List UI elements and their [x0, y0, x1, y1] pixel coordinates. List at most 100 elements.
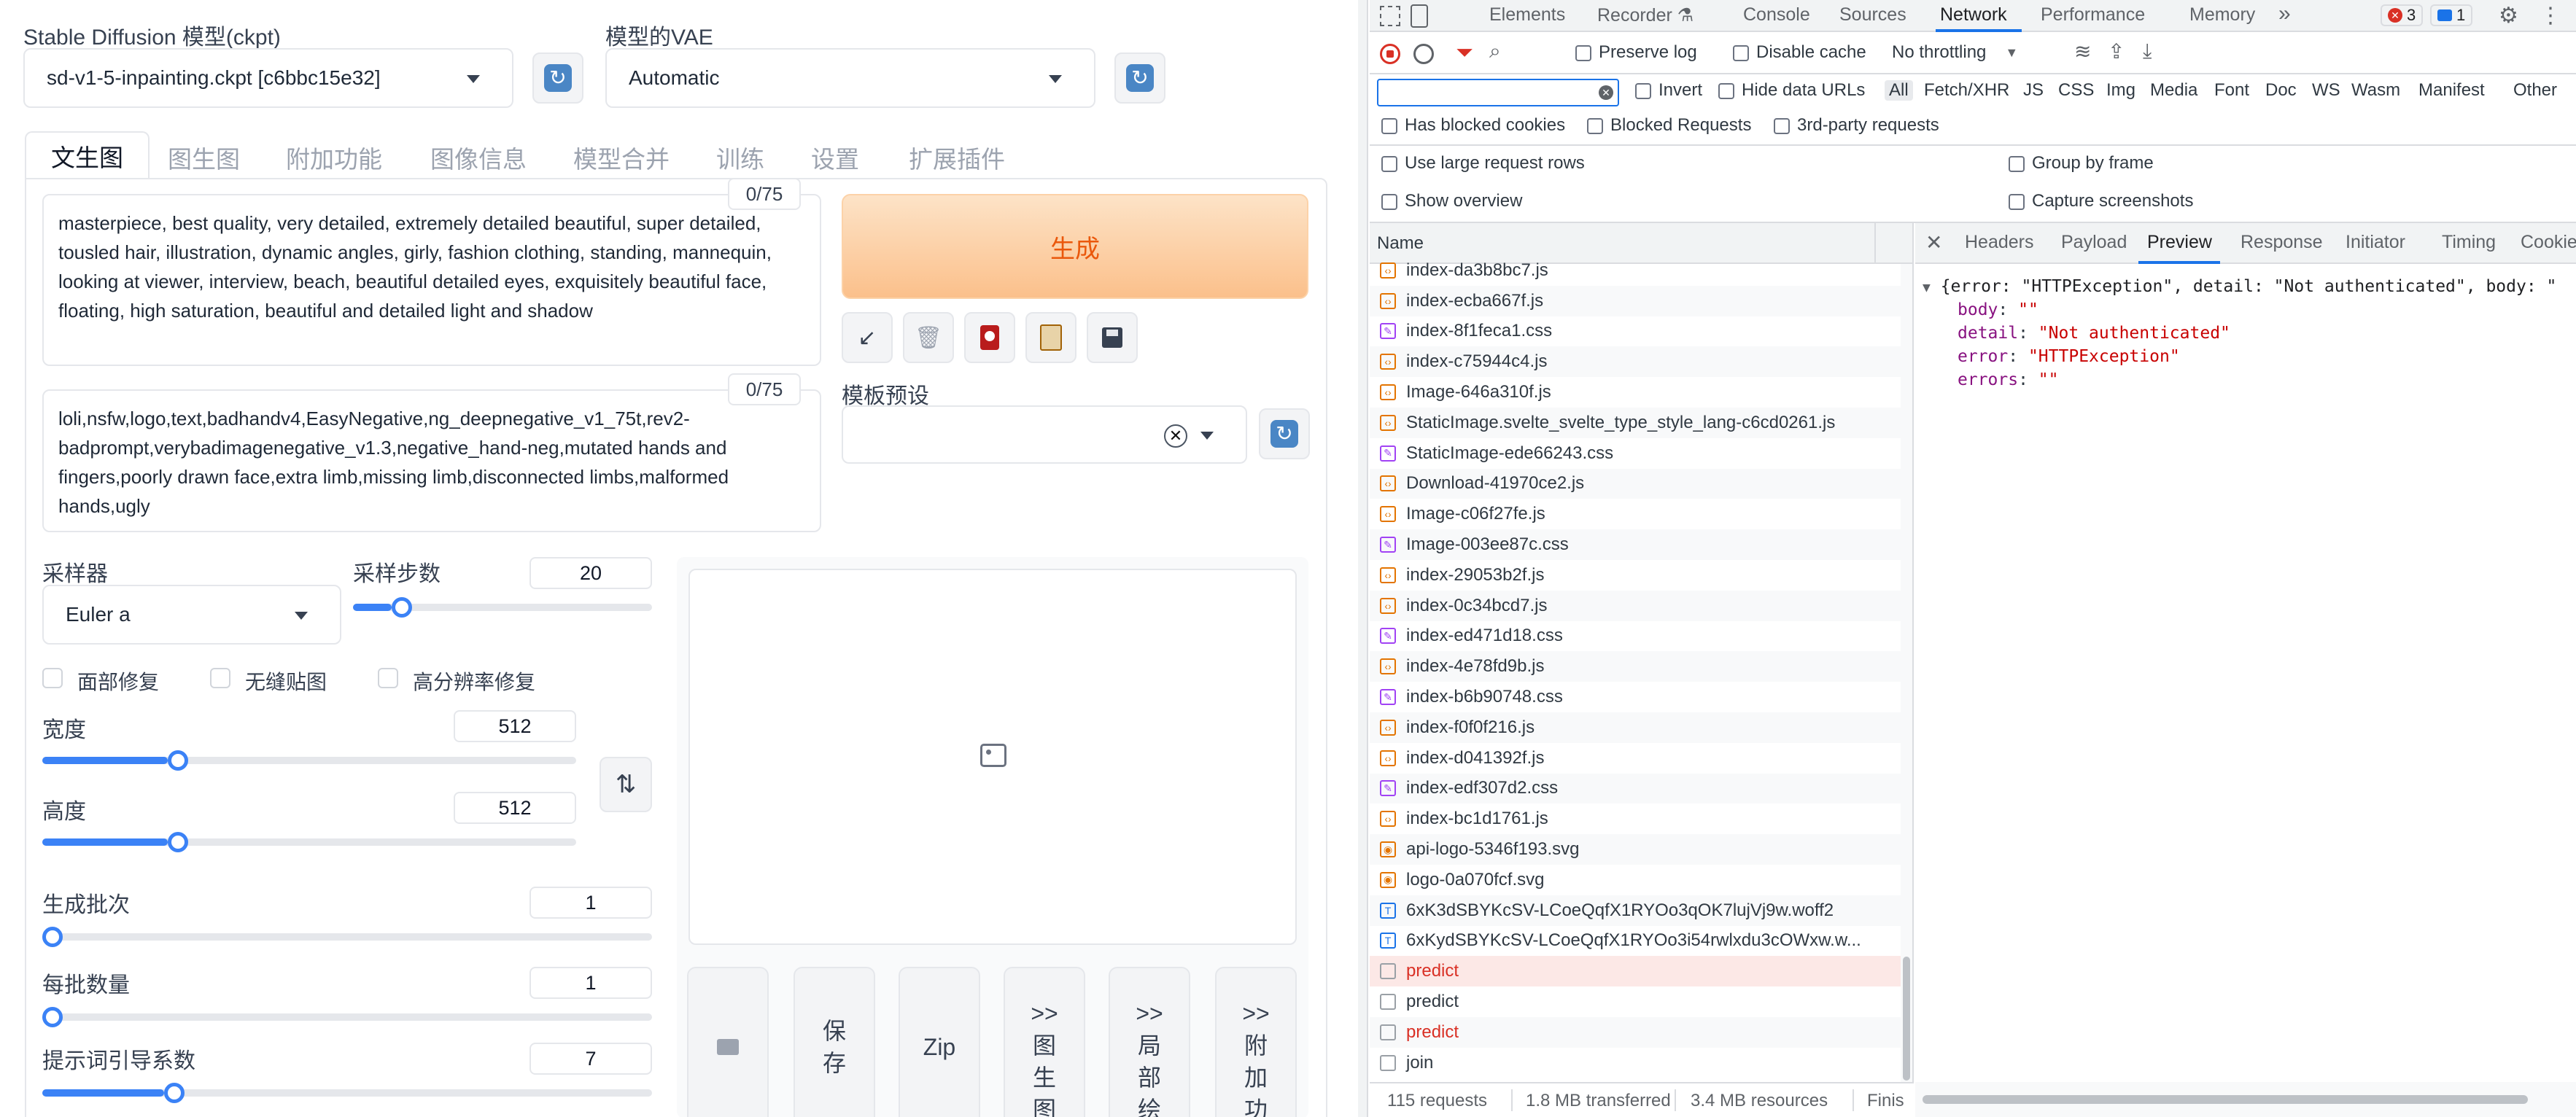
- record-icon[interactable]: [1380, 44, 1400, 64]
- more-tabs-icon[interactable]: »: [2278, 1, 2291, 26]
- request-row[interactable]: T 6xKydSBYKcSV-LCoeQqfX1RYOo3i54rwlxdu3cO…: [1370, 926, 1901, 957]
- request-row[interactable]: ‹› index-bc1d1761.js: [1370, 803, 1901, 834]
- vae-select[interactable]: Automatic: [605, 48, 1095, 108]
- height-slider[interactable]: [42, 832, 576, 852]
- width-input[interactable]: 512: [454, 710, 576, 742]
- tab-model-merge[interactable]: 模型合并: [573, 140, 670, 175]
- send-to-extras-button[interactable]: >> 附加功: [1215, 967, 1297, 1117]
- request-row[interactable]: ‹› index-da3b8bc7.js: [1370, 255, 1901, 286]
- third-party-checkbox[interactable]: [1774, 118, 1790, 134]
- tab-txt2img[interactable]: 文生图: [25, 131, 150, 179]
- request-row[interactable]: ‹› index-d041392f.js: [1370, 743, 1901, 774]
- steps-input[interactable]: 20: [529, 557, 652, 589]
- tab-extras[interactable]: 附加功能: [286, 140, 382, 175]
- import-har-icon[interactable]: ⇪: [2108, 39, 2125, 63]
- generate-button[interactable]: 生成: [842, 194, 1308, 299]
- save-button[interactable]: 保存: [794, 967, 875, 1117]
- slider-thumb[interactable]: [168, 750, 189, 771]
- request-row[interactable]: ◉ logo-0a070fcf.svg: [1370, 865, 1901, 895]
- request-row[interactable]: predict: [1370, 986, 1901, 1017]
- disable-cache-checkbox[interactable]: [1733, 45, 1749, 61]
- tab-preview[interactable]: Preview: [2147, 232, 2212, 253]
- tab-recorder[interactable]: Recorder ⚗: [1597, 4, 1694, 26]
- invert-checkbox[interactable]: [1635, 83, 1651, 99]
- request-row[interactable]: ✎ StaticImage-ede66243.css: [1370, 438, 1901, 469]
- request-row[interactable]: ‹› Download-41970ce2.js: [1370, 468, 1901, 499]
- model-refresh-button[interactable]: ↻: [532, 52, 583, 104]
- tab-timing[interactable]: Timing: [2442, 232, 2496, 253]
- blocked-requests-checkbox[interactable]: [1587, 118, 1603, 134]
- tab-train[interactable]: 训练: [716, 140, 764, 175]
- request-row[interactable]: ‹› index-4e78fd9b.js: [1370, 651, 1901, 682]
- slider-thumb[interactable]: [164, 1083, 185, 1103]
- show-overview-checkbox[interactable]: [1381, 194, 1397, 210]
- device-toolbar-icon[interactable]: [1411, 4, 1428, 28]
- request-row[interactable]: ‹› index-ecba667f.js: [1370, 285, 1901, 316]
- slider-thumb[interactable]: [42, 927, 63, 947]
- close-icon[interactable]: ✕: [1925, 230, 1942, 254]
- large-rows-checkbox[interactable]: [1381, 156, 1397, 172]
- request-row[interactable]: ‹› index-0c34bcd7.js: [1370, 590, 1901, 621]
- tab-extensions[interactable]: 扩展插件: [909, 140, 1005, 175]
- restore-faces-checkbox[interactable]: [42, 668, 63, 688]
- cfg-input[interactable]: 7: [529, 1043, 652, 1075]
- slider-thumb[interactable]: [168, 832, 189, 852]
- more-vertical-icon[interactable]: ⋮: [2540, 3, 2561, 28]
- hide-data-urls-checkbox[interactable]: [1718, 83, 1734, 99]
- swap-dimensions-button[interactable]: ⇅: [600, 757, 652, 812]
- width-slider[interactable]: [42, 750, 576, 771]
- request-row[interactable]: ✎ index-b6b90748.css: [1370, 682, 1901, 712]
- tab-headers[interactable]: Headers: [1965, 232, 2034, 253]
- filter-other[interactable]: Other: [2513, 80, 2557, 101]
- vae-refresh-button[interactable]: ↻: [1114, 52, 1165, 104]
- hires-fix-checkbox[interactable]: [378, 668, 398, 688]
- request-row[interactable]: ✎ index-edf307d2.css: [1370, 773, 1901, 804]
- send-to-inpaint-button[interactable]: >> 局部绘: [1109, 967, 1190, 1117]
- search-icon[interactable]: ⌕: [1489, 39, 1501, 63]
- filter-font[interactable]: Font: [2214, 80, 2249, 101]
- zip-button[interactable]: Zip: [899, 967, 980, 1117]
- filter-ws[interactable]: WS: [2312, 80, 2340, 101]
- batch-count-slider[interactable]: [42, 927, 652, 947]
- request-row[interactable]: ‹› Image-646a310f.js: [1370, 377, 1901, 408]
- save-style-button[interactable]: [1087, 312, 1138, 363]
- tab-payload[interactable]: Payload: [2061, 232, 2127, 253]
- filter-doc[interactable]: Doc: [2265, 80, 2297, 101]
- tab-elements[interactable]: Elements: [1489, 4, 1565, 26]
- tab-sources[interactable]: Sources: [1839, 4, 1906, 26]
- request-row[interactable]: join: [1370, 1048, 1901, 1078]
- batch-size-input[interactable]: 1: [529, 967, 652, 999]
- request-list-scrollbar[interactable]: [1901, 264, 1912, 1082]
- request-row[interactable]: ‹› index-c75944c4.js: [1370, 346, 1901, 378]
- request-row[interactable]: ✎ Image-003ee87c.css: [1370, 529, 1901, 560]
- apply-style-button[interactable]: [1025, 312, 1076, 363]
- filter-input[interactable]: ✕: [1377, 79, 1619, 106]
- filter-css[interactable]: CSS: [2058, 80, 2094, 101]
- prompt-textarea[interactable]: masterpiece, best quality, very detailed…: [42, 194, 821, 366]
- request-row[interactable]: ‹› StaticImage.svelte_svelte_type_style_l…: [1370, 408, 1901, 438]
- request-row[interactable]: ‹› Image-c06f27fe.js: [1370, 499, 1901, 529]
- export-har-icon[interactable]: ⤓: [2143, 39, 2152, 63]
- read-params-button[interactable]: ↙: [842, 312, 893, 363]
- request-row[interactable]: ◉ api-logo-5346f193.svg: [1370, 834, 1901, 865]
- tab-performance[interactable]: Performance: [2041, 4, 2145, 26]
- network-conditions-icon[interactable]: ≋: [2074, 39, 2091, 63]
- request-row[interactable]: ✎ index-ed471d18.css: [1370, 621, 1901, 652]
- tab-console[interactable]: Console: [1743, 4, 1810, 26]
- filter-icon[interactable]: ⏷: [1456, 41, 1473, 66]
- clear-prompt-button[interactable]: 🗑: [903, 312, 954, 363]
- filter-wasm[interactable]: Wasm: [2351, 80, 2400, 101]
- scrollbar-thumb[interactable]: [1903, 957, 1910, 1081]
- preview-summary[interactable]: ▼ {error: "HTTPException", detail: "Not …: [1923, 277, 2556, 296]
- request-row[interactable]: predict: [1370, 956, 1901, 987]
- request-row[interactable]: predict: [1370, 1017, 1901, 1048]
- tab-cookies[interactable]: Cookies: [2521, 232, 2576, 253]
- tab-initiator[interactable]: Initiator: [2346, 232, 2405, 253]
- open-folder-button[interactable]: [687, 967, 769, 1117]
- batch-size-slider[interactable]: [42, 1007, 652, 1027]
- model-select[interactable]: sd-v1-5-inpainting.ckpt [c6bbc15e32]: [23, 48, 513, 108]
- filter-media[interactable]: Media: [2150, 80, 2197, 101]
- request-row[interactable]: T 6xK3dSBYKcSV-LCoeQqfX1RYOo3qOK7lujVj9w.…: [1370, 895, 1901, 926]
- negative-prompt-textarea[interactable]: loli,nsfw,logo,text,badhandv4,EasyNegati…: [42, 389, 821, 532]
- request-row[interactable]: ‹› index-f0f0f216.js: [1370, 712, 1901, 743]
